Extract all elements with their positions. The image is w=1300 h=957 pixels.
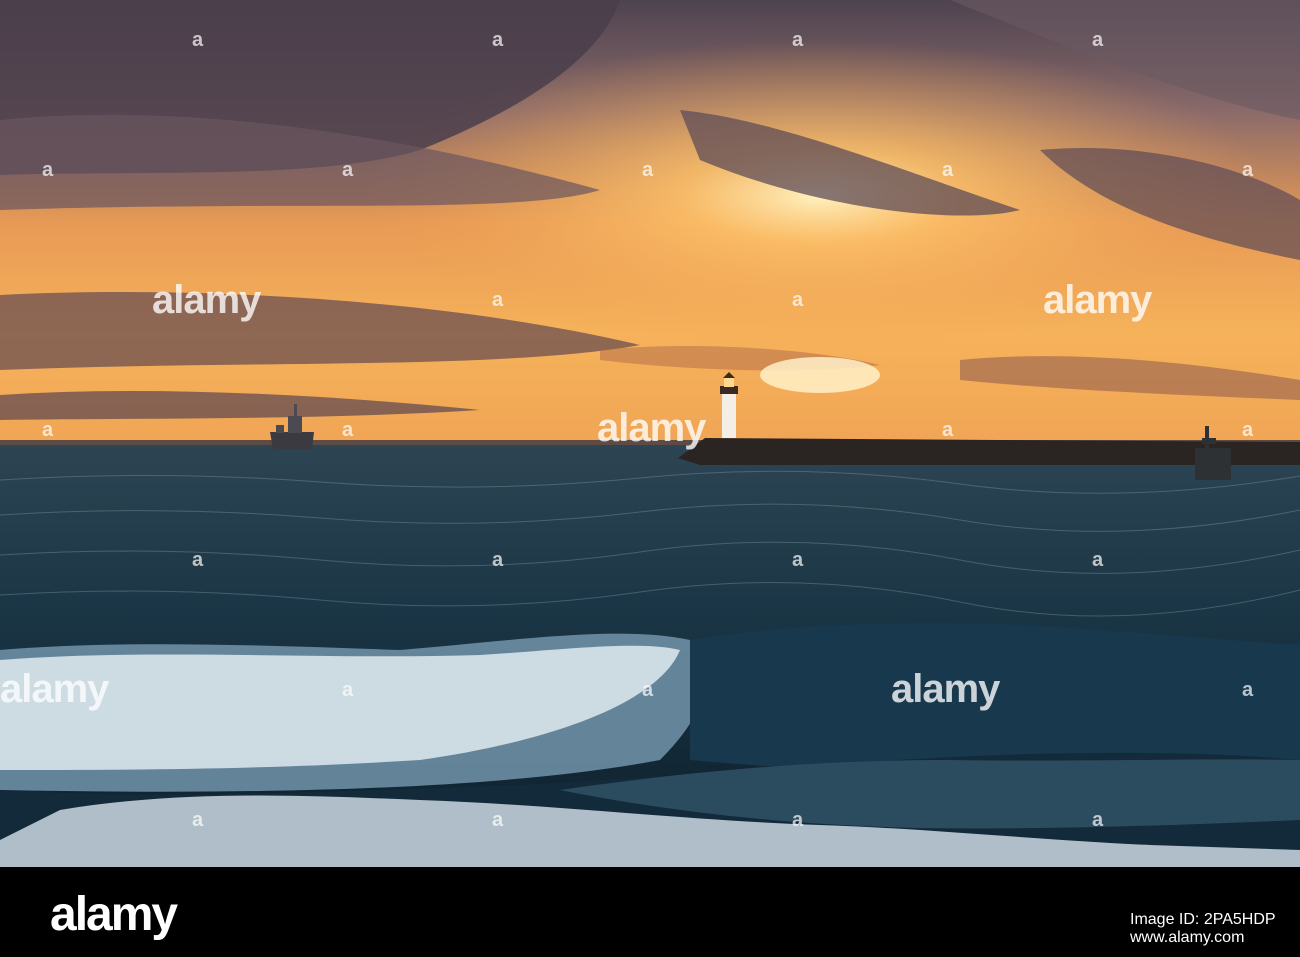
watermark-mark: a bbox=[1242, 679, 1254, 701]
watermark-mark: a bbox=[492, 29, 504, 51]
watermark: alamy bbox=[0, 667, 109, 711]
watermark-mark: a bbox=[492, 809, 504, 831]
watermark: alamy bbox=[152, 278, 261, 322]
sun bbox=[760, 357, 880, 393]
watermark-mark: a bbox=[792, 289, 804, 311]
watermark-mark: a bbox=[642, 159, 654, 181]
alamy-logo: alamy bbox=[50, 888, 178, 941]
watermark: alamy bbox=[891, 667, 1000, 711]
watermark-mark: a bbox=[1092, 29, 1104, 51]
watermark-mark: a bbox=[342, 419, 354, 441]
watermark-mark: a bbox=[192, 809, 204, 831]
watermark-mark: a bbox=[42, 159, 54, 181]
watermark: alamy bbox=[597, 406, 706, 450]
watermark-mark: a bbox=[342, 679, 354, 701]
image-id-block: Image ID: 2PA5HDP www.alamy.com bbox=[1130, 911, 1276, 947]
watermark-mark: a bbox=[42, 419, 54, 441]
watermark-mark: a bbox=[792, 549, 804, 571]
watermark-mark: a bbox=[942, 159, 954, 181]
watermark-mark: a bbox=[1092, 549, 1104, 571]
watermark-mark: a bbox=[1242, 159, 1254, 181]
watermark-mark: a bbox=[1242, 419, 1254, 441]
watermark-mark: a bbox=[942, 419, 954, 441]
watermark: alamy bbox=[1043, 278, 1152, 322]
image-id: 2PA5HDP bbox=[1203, 911, 1276, 928]
photo: a a a a a a a a a a a a a a a a a a a a … bbox=[0, 0, 1300, 867]
watermark-mark: a bbox=[642, 679, 654, 701]
watermark-mark: a bbox=[492, 549, 504, 571]
website: www.alamy.com bbox=[1130, 929, 1245, 946]
stock-footer: alamy Image ID: 2PA5HDP www.alamy.com bbox=[0, 867, 1300, 957]
watermark-mark: a bbox=[492, 289, 504, 311]
image-id-label: Image ID: bbox=[1130, 911, 1200, 928]
watermark-mark: a bbox=[342, 159, 354, 181]
watermark-mark: a bbox=[1092, 809, 1104, 831]
watermark-mark: a bbox=[192, 29, 204, 51]
watermark-mark: a bbox=[792, 809, 804, 831]
watermark-mark: a bbox=[192, 549, 204, 571]
watermark-mark: a bbox=[792, 29, 804, 51]
